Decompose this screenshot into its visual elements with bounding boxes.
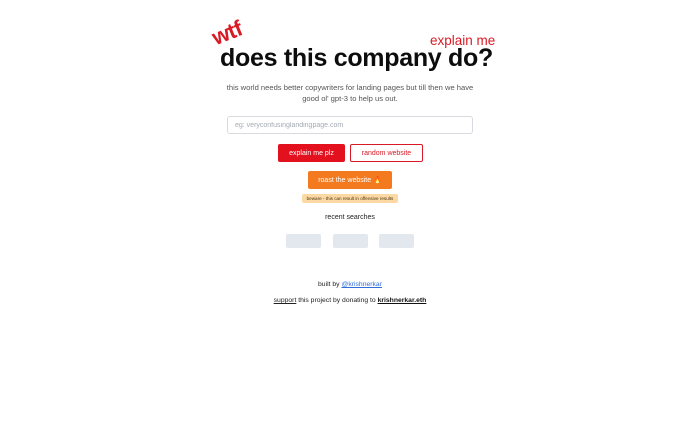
recent-searches-heading: recent searches: [325, 214, 375, 221]
recent-search-item[interactable]: [379, 234, 414, 248]
donation-address-link[interactable]: krishnerkar.eth: [378, 297, 427, 304]
page-title: does this company do?: [220, 44, 493, 72]
support-line: support this project by donating to kris…: [0, 297, 700, 304]
website-url-input[interactable]: [227, 116, 473, 134]
recent-search-item[interactable]: [286, 234, 321, 248]
page-subtitle: this world needs better copywriters for …: [226, 83, 474, 103]
support-link[interactable]: support: [274, 297, 297, 304]
random-website-button[interactable]: random website: [350, 144, 423, 162]
author-link[interactable]: @krishnerkar: [341, 281, 382, 288]
page: wtf explain me does this company do? thi…: [0, 0, 700, 438]
built-by-prefix: built by: [318, 281, 340, 288]
support-text: this project by donating to: [298, 297, 376, 304]
explain-button[interactable]: explain me plz: [278, 144, 345, 162]
recent-search-item[interactable]: [333, 234, 368, 248]
offensive-warning-badge: beware - this can result in offensive re…: [302, 194, 398, 203]
roast-website-button[interactable]: roast the website 🔥: [308, 171, 392, 189]
built-by-line: built by @krishnerkar: [0, 281, 700, 288]
